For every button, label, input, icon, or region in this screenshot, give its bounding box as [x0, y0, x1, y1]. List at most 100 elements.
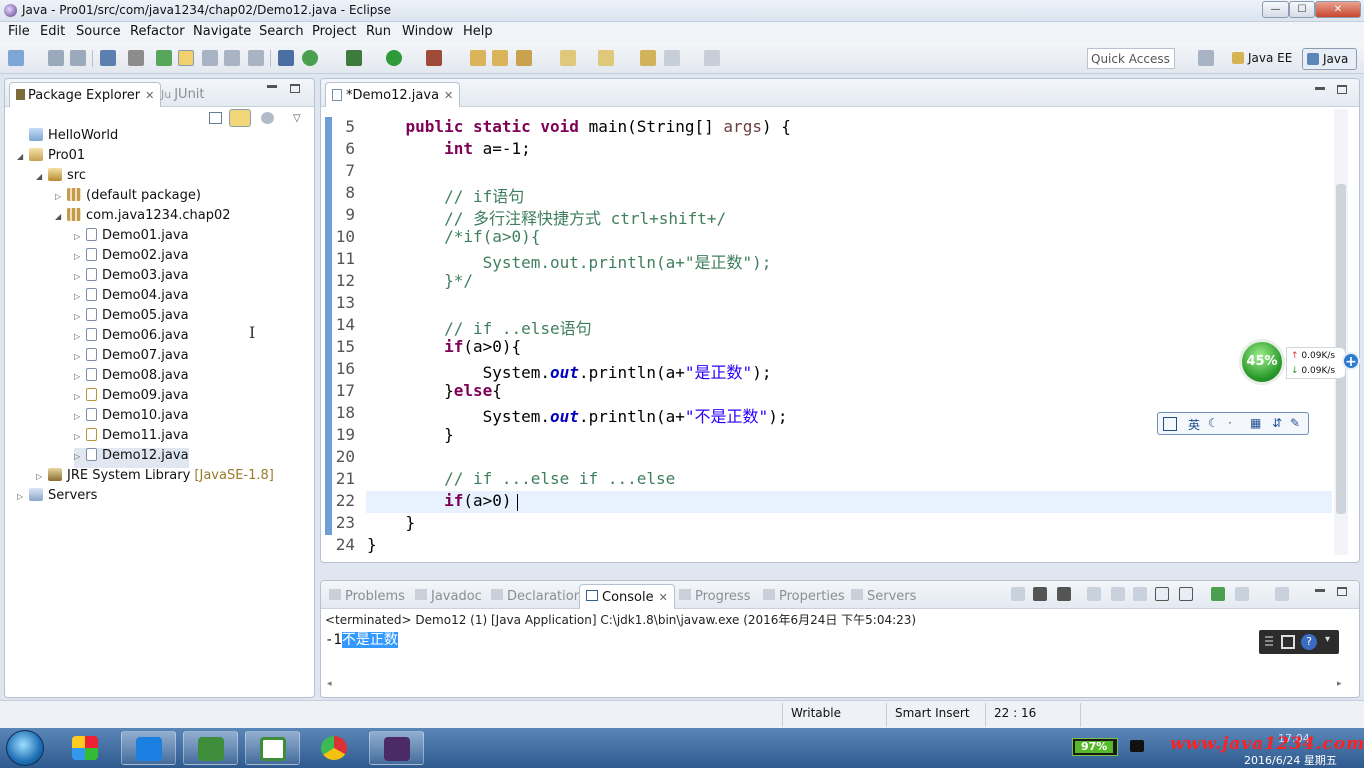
- scroll-left-icon[interactable]: ◂: [327, 679, 332, 689]
- collapsed-arrow-icon[interactable]: ▷: [74, 452, 86, 461]
- refresh-icon[interactable]: [302, 50, 318, 66]
- tab-demo12[interactable]: *Demo12.java ✕: [325, 82, 461, 107]
- tab-progress[interactable]: Progress: [673, 584, 756, 609]
- expanded-arrow-icon[interactable]: ◢: [17, 152, 29, 161]
- external-tools-icon[interactable]: [426, 50, 442, 66]
- code-line[interactable]: // 多行注释快捷方式 ctrl+shift+/: [367, 205, 726, 229]
- code-line[interactable]: }: [367, 535, 377, 554]
- code-line[interactable]: }: [367, 513, 416, 532]
- collapsed-arrow-icon[interactable]: ▷: [74, 432, 86, 441]
- back-icon[interactable]: [664, 50, 680, 66]
- new-class-icon[interactable]: [516, 50, 532, 66]
- minimize-button[interactable]: —: [1262, 1, 1289, 18]
- quick-access-input[interactable]: Quick Access: [1087, 48, 1175, 69]
- tree-item[interactable]: ▷ (default package): [55, 188, 201, 208]
- tree-item[interactable]: ▷ Demo11.java: [74, 428, 189, 448]
- menu-search[interactable]: Search: [259, 24, 304, 39]
- mark-occurrences-icon[interactable]: [178, 50, 194, 66]
- tree-item[interactable]: ▷ Demo08.java: [74, 368, 189, 388]
- block-selection-icon[interactable]: [202, 50, 218, 66]
- code-line[interactable]: }: [367, 425, 454, 444]
- perspective-javaee[interactable]: Java EE: [1228, 48, 1296, 70]
- console-horizontal-scrollbar[interactable]: ◂ ▸: [325, 679, 1349, 693]
- perspective-java[interactable]: Java: [1302, 48, 1357, 70]
- scroll-lock-icon[interactable]: [1111, 587, 1125, 601]
- status-insert-mode[interactable]: Smart Insert: [895, 706, 970, 720]
- pin-console-icon[interactable]: [1211, 587, 1225, 601]
- maximize-view-icon[interactable]: [1337, 85, 1347, 94]
- tree-item[interactable]: ▷ Demo01.java: [74, 228, 189, 248]
- clock-date[interactable]: 2016/6/24 星期五: [1244, 752, 1337, 768]
- tree-item[interactable]: ▷ JRE System Library [JavaSE-1.8]: [36, 468, 274, 488]
- code-line[interactable]: }else{: [367, 381, 502, 400]
- link-with-editor-icon[interactable]: [229, 109, 251, 127]
- tree-item[interactable]: ▷ Demo09.java: [74, 388, 189, 408]
- code-line[interactable]: // if ..else语句: [367, 315, 592, 339]
- close-button[interactable]: ✕: [1315, 1, 1361, 18]
- accelerate-plus-icon[interactable]: +: [1342, 352, 1360, 370]
- taskbar-camtasia-studio[interactable]: [245, 731, 300, 765]
- floating-mini-toolbar[interactable]: ? ▾: [1259, 630, 1339, 654]
- code-line[interactable]: }*/: [367, 271, 473, 290]
- new-package-icon[interactable]: [492, 50, 508, 66]
- save-all-icon[interactable]: [70, 50, 86, 66]
- taskbar-chrome[interactable]: [307, 731, 362, 765]
- forward-icon[interactable]: [704, 50, 720, 66]
- menu-source[interactable]: Source: [76, 24, 121, 39]
- show-on-error-icon[interactable]: [1179, 587, 1193, 601]
- close-tab-icon[interactable]: ✕: [145, 89, 154, 102]
- remove-all-icon[interactable]: [1057, 587, 1071, 601]
- code-line[interactable]: // if ...else if ...else: [367, 469, 675, 488]
- code-line[interactable]: /*if(a>0){: [367, 227, 540, 246]
- open-perspective-icon[interactable]: [1198, 50, 1214, 66]
- tree-item[interactable]: ▷ Demo04.java: [74, 288, 189, 308]
- moon-icon[interactable]: ☾: [1208, 416, 1219, 430]
- last-edit-icon[interactable]: [640, 50, 656, 66]
- code-line[interactable]: System.out.println(a+"是正数");: [367, 249, 772, 273]
- tree-item[interactable]: ◢ Pro01: [17, 148, 85, 168]
- punctuation-icon[interactable]: ·: [1228, 416, 1232, 430]
- tree-item[interactable]: ▷ Demo07.java: [74, 348, 189, 368]
- remove-launch-icon[interactable]: [1033, 587, 1047, 601]
- network-speed-widget[interactable]: ↑ 0.09K/s ↓ 0.09K/s 45% +: [1238, 338, 1362, 388]
- code-line[interactable]: if(a>0): [367, 491, 511, 510]
- clear-console-icon[interactable]: [1087, 587, 1101, 601]
- collapsed-arrow-icon[interactable]: ▷: [74, 392, 86, 401]
- tree-item[interactable]: HelloWorld: [17, 128, 118, 148]
- close-tab-icon[interactable]: ✕: [444, 89, 453, 102]
- collapsed-arrow-icon[interactable]: ▷: [36, 472, 48, 481]
- run-icon[interactable]: [386, 50, 402, 66]
- open-type-icon[interactable]: [156, 50, 172, 66]
- close-tab-icon[interactable]: ✕: [659, 591, 668, 604]
- collapse-all-icon[interactable]: [209, 112, 222, 124]
- tree-item[interactable]: ▷ Demo12.java: [74, 448, 189, 468]
- tab-junit[interactable]: Ju JUnit: [155, 82, 211, 107]
- fullwidth-icon[interactable]: ⇵: [1272, 416, 1282, 430]
- collapsed-arrow-icon[interactable]: ▷: [55, 192, 67, 201]
- dropdown-icon[interactable]: ▾: [1325, 634, 1330, 645]
- open-console-icon[interactable]: [1275, 587, 1289, 601]
- tab-servers[interactable]: Servers: [845, 584, 922, 609]
- maximize-view-icon[interactable]: [290, 84, 300, 93]
- editor-vertical-scrollbar[interactable]: [1334, 109, 1348, 555]
- console-output[interactable]: -1不是正数: [325, 629, 398, 649]
- collapsed-arrow-icon[interactable]: ▷: [74, 312, 86, 321]
- show-whitespace-icon[interactable]: [224, 50, 240, 66]
- collapsed-arrow-icon[interactable]: ▷: [17, 492, 29, 501]
- code-line[interactable]: if(a>0){: [367, 337, 521, 356]
- tab-properties[interactable]: Properties: [757, 584, 851, 609]
- tree-item[interactable]: ▷ Servers: [17, 488, 97, 508]
- debug-icon[interactable]: [346, 50, 362, 66]
- chevron-down-icon[interactable]: ▽: [293, 113, 301, 124]
- minimize-view-icon[interactable]: [1315, 87, 1325, 90]
- collapsed-arrow-icon[interactable]: ▷: [74, 412, 86, 421]
- ime-toolbar[interactable]: 英 ☾ · ▦ ⇵ ✎: [1157, 412, 1309, 435]
- window-icon[interactable]: [1281, 635, 1295, 649]
- keyboard-icon[interactable]: ▦: [1250, 416, 1261, 430]
- tab-console[interactable]: Console ✕: [579, 584, 675, 609]
- tree-item[interactable]: ◢ com.java1234.chap02: [55, 208, 231, 228]
- display-console-icon[interactable]: [1235, 587, 1249, 601]
- tab-package-explorer[interactable]: Package Explorer ✕: [9, 82, 162, 107]
- expanded-arrow-icon[interactable]: ◢: [55, 212, 67, 221]
- taskbar-camtasia-recorder[interactable]: [183, 731, 238, 765]
